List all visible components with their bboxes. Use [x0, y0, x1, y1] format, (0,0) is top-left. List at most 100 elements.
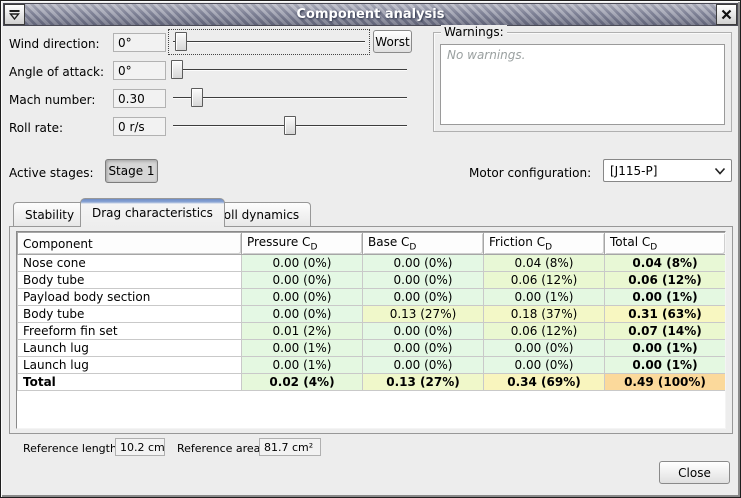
value-cell: 0.13 (27%) — [363, 306, 484, 323]
value-cell: 0.00 (0%) — [484, 357, 605, 374]
value-cell: 0.00 (0%) — [242, 255, 363, 272]
component-name-cell: Body tube — [18, 272, 242, 289]
warnings-list: No warnings. — [440, 44, 725, 125]
value-cell: 0.00 (0%) — [363, 340, 484, 357]
value-cell: 0.00 (0%) — [242, 272, 363, 289]
value-cell: 0.00 (0%) — [363, 357, 484, 374]
value-cell: 0.06 (12%) — [484, 272, 605, 289]
title-bar: Component analysis — [3, 3, 738, 26]
value-cell: 0.31 (63%) — [605, 306, 726, 323]
value-cell: 0.00 (0%) — [242, 306, 363, 323]
roll-rate-field[interactable]: 0 r/s — [113, 117, 166, 136]
value-cell: 0.34 (69%) — [484, 374, 605, 391]
wind-direction-label: Wind direction: — [9, 37, 100, 51]
mach-number-label: Mach number: — [9, 93, 95, 107]
table-row[interactable]: Nose cone0.00 (0%)0.00 (0%)0.04 (8%)0.04… — [18, 255, 726, 272]
mach-number-field[interactable]: 0.30 — [113, 89, 166, 108]
motor-configuration-select[interactable]: [J115-P] — [603, 159, 732, 182]
value-cell: 0.00 (0%) — [242, 289, 363, 306]
window-menu-icon — [8, 8, 21, 21]
close-icon — [720, 8, 733, 21]
warnings-group-title: Warnings: — [441, 25, 507, 39]
component-name-cell: Total — [18, 374, 242, 391]
chevron-down-icon — [709, 167, 731, 175]
drag-coefficient-table: ComponentPressure CDBase CDFriction CDTo… — [17, 232, 726, 391]
stage-1-toggle-button[interactable]: Stage 1 — [105, 159, 158, 183]
value-cell: 0.00 (0%) — [484, 340, 605, 357]
column-header[interactable]: Total CD — [605, 233, 726, 255]
roll-rate-label: Roll rate: — [9, 121, 63, 135]
reference-area-label: Reference area: — [177, 442, 264, 455]
table-row[interactable]: Launch lug0.00 (1%)0.00 (0%)0.00 (0%)0.0… — [18, 340, 726, 357]
value-cell: 0.00 (1%) — [242, 357, 363, 374]
worst-button[interactable]: Worst — [373, 30, 412, 53]
component-analysis-dialog: Component analysis Wind direction: 0° Wo… — [0, 0, 741, 498]
angle-of-attack-field[interactable]: 0° — [113, 61, 166, 80]
value-cell: 0.18 (37%) — [484, 306, 605, 323]
value-cell: 0.00 (0%) — [363, 255, 484, 272]
value-cell: 0.49 (100%) — [605, 374, 726, 391]
angle-of-attack-slider[interactable] — [170, 59, 410, 81]
value-cell: 0.00 (1%) — [605, 340, 726, 357]
value-cell: 0.04 (8%) — [605, 255, 726, 272]
reference-length-label: Reference length: — [23, 442, 121, 455]
component-name-cell: Body tube — [18, 306, 242, 323]
table-header-row: ComponentPressure CDBase CDFriction CDTo… — [18, 233, 726, 255]
value-cell: 0.04 (8%) — [484, 255, 605, 272]
slider-track — [173, 41, 365, 43]
tab-drag-characteristics[interactable]: Drag characteristics — [80, 198, 225, 227]
column-header[interactable]: Friction CD — [484, 233, 605, 255]
table-row[interactable]: Launch lug0.00 (1%)0.00 (0%)0.00 (0%)0.0… — [18, 357, 726, 374]
mach-number-slider[interactable] — [170, 87, 410, 109]
value-cell: 0.00 (1%) — [242, 340, 363, 357]
wind-direction-slider[interactable] — [170, 31, 368, 53]
window-menu-button[interactable] — [4, 4, 25, 25]
value-cell: 0.00 (1%) — [605, 289, 726, 306]
table-row[interactable]: Body tube0.00 (0%)0.13 (27%)0.18 (37%)0.… — [18, 306, 726, 323]
column-header[interactable]: Base CD — [363, 233, 484, 255]
value-cell: 0.00 (1%) — [484, 289, 605, 306]
component-name-cell: Freeform fin set — [18, 323, 242, 340]
slider-thumb[interactable] — [171, 60, 183, 79]
slider-thumb[interactable] — [284, 116, 296, 135]
slider-track — [173, 69, 407, 71]
table-row[interactable]: Payload body section0.00 (0%)0.00 (0%)0.… — [18, 289, 726, 306]
wind-direction-field[interactable]: 0° — [113, 33, 166, 52]
drag-characteristics-panel: ComponentPressure CDBase CDFriction CDTo… — [9, 226, 733, 434]
roll-rate-slider[interactable] — [170, 115, 410, 137]
value-cell: 0.07 (14%) — [605, 323, 726, 340]
close-button[interactable]: Close — [659, 461, 730, 484]
angle-of-attack-label: Angle of attack: — [9, 65, 104, 79]
drag-table-scrollpane[interactable]: ComponentPressure CDBase CDFriction CDTo… — [16, 231, 726, 429]
table-row[interactable]: Body tube0.00 (0%)0.00 (0%)0.06 (12%)0.0… — [18, 272, 726, 289]
component-name-cell: Launch lug — [18, 357, 242, 374]
component-name-cell: Nose cone — [18, 255, 242, 272]
slider-track — [173, 97, 407, 99]
window-close-button[interactable] — [716, 4, 737, 25]
motor-configuration-label: Motor configuration: — [469, 166, 591, 180]
active-stages-label: Active stages: — [9, 166, 94, 180]
value-cell: 0.00 (0%) — [363, 323, 484, 340]
slider-thumb[interactable] — [191, 88, 203, 107]
value-cell: 0.00 (1%) — [605, 357, 726, 374]
value-cell: 0.06 (12%) — [605, 272, 726, 289]
value-cell: 0.00 (0%) — [363, 289, 484, 306]
reference-area-value: 81.7 cm² — [259, 438, 321, 456]
value-cell: 0.02 (4%) — [242, 374, 363, 391]
value-cell: 0.06 (12%) — [484, 323, 605, 340]
value-cell: 0.01 (2%) — [242, 323, 363, 340]
reference-length-value: 10.2 cm — [115, 438, 165, 456]
warnings-group: Warnings: No warnings. — [433, 32, 732, 132]
slider-thumb[interactable] — [175, 32, 187, 51]
component-name-cell: Payload body section — [18, 289, 242, 306]
tab-stability[interactable]: Stability — [13, 202, 86, 227]
column-header[interactable]: Pressure CD — [242, 233, 363, 255]
component-name-cell: Launch lug — [18, 340, 242, 357]
motor-configuration-value: [J115-P] — [604, 164, 709, 178]
value-cell: 0.00 (0%) — [363, 272, 484, 289]
column-header[interactable]: Component — [18, 233, 242, 255]
window-title: Component analysis — [25, 7, 716, 22]
table-row[interactable]: Total0.02 (4%)0.13 (27%)0.34 (69%)0.49 (… — [18, 374, 726, 391]
table-row[interactable]: Freeform fin set0.01 (2%)0.00 (0%)0.06 (… — [18, 323, 726, 340]
value-cell: 0.13 (27%) — [363, 374, 484, 391]
